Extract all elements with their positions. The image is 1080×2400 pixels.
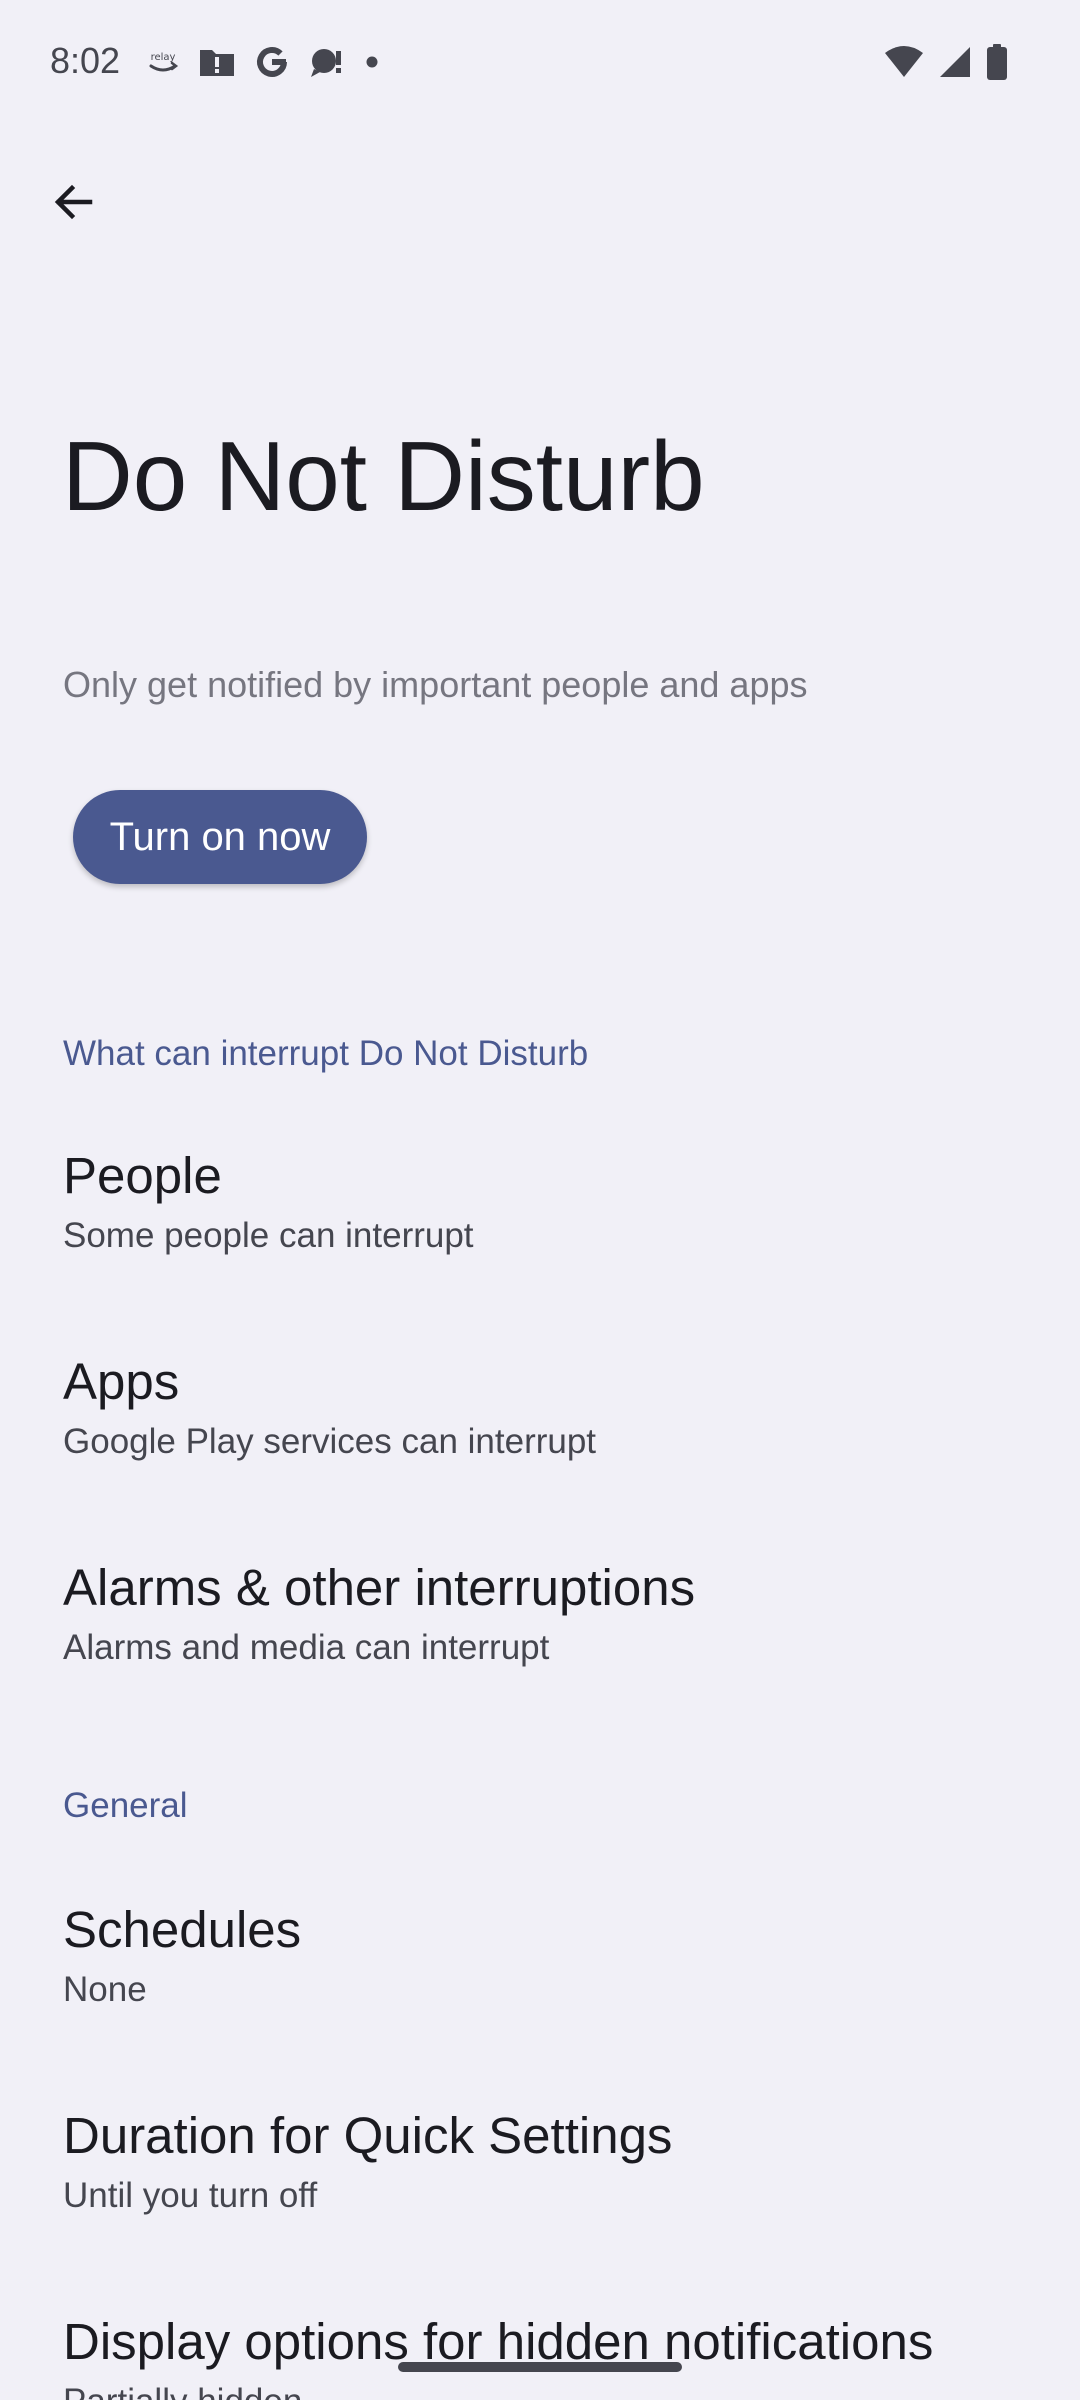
pref-item-schedules[interactable]: Schedules None — [0, 1900, 1080, 2100]
status-time: 8:02 — [50, 40, 121, 81]
google-icon — [254, 44, 290, 85]
status-icons-right — [884, 44, 1008, 85]
page-title: Do Not Disturb — [62, 421, 705, 531]
status-icons-left: relay — [146, 44, 380, 85]
back-button[interactable] — [34, 164, 114, 244]
pref-summary: None — [63, 1970, 147, 2009]
pref-title: Apps — [63, 1353, 180, 1410]
section-header-general: General — [63, 1786, 188, 1825]
page-description: Only get notified by important people an… — [63, 664, 808, 705]
pref-title: Schedules — [63, 1901, 302, 1958]
pref-summary: Until you turn off — [63, 2176, 318, 2215]
status-bar: 8:02 relay — [0, 0, 1080, 128]
pref-summary: Google Play services can interrupt — [63, 1422, 597, 1461]
pref-summary: Alarms and media can interrupt — [63, 1628, 550, 1667]
chat-icon — [308, 45, 346, 84]
pref-summary: Some people can interrupt — [63, 1216, 474, 1255]
pref-item-display-hidden-notifications[interactable]: Display options for hidden notifications… — [0, 2312, 1080, 2400]
gesture-nav-handle[interactable] — [398, 2362, 682, 2372]
pref-item-duration-quick-settings[interactable]: Duration for Quick Settings Until you tu… — [0, 2106, 1080, 2306]
pref-title: Alarms & other interruptions — [63, 1559, 696, 1616]
signal-icon — [938, 45, 972, 84]
pref-item-alarms[interactable]: Alarms & other interruptions Alarms and … — [0, 1558, 1080, 1758]
pref-summary: Partially hidden — [63, 2382, 302, 2400]
battery-icon — [986, 44, 1008, 85]
pref-title: Duration for Quick Settings — [63, 2107, 673, 2164]
alert-folder-icon — [198, 46, 236, 83]
arrow-back-icon — [50, 178, 98, 231]
dot-icon — [364, 54, 380, 75]
pref-title: People — [63, 1147, 222, 1204]
pref-item-people[interactable]: People Some people can interrupt — [0, 1146, 1080, 1346]
turn-on-now-button[interactable]: Turn on now — [73, 790, 367, 884]
pref-item-apps[interactable]: Apps Google Play services can interrupt — [0, 1352, 1080, 1552]
wifi-icon — [884, 45, 924, 84]
relay-icon: relay — [146, 47, 180, 82]
section-header-interruptions: What can interrupt Do Not Disturb — [63, 1034, 589, 1073]
svg-text:relay: relay — [151, 52, 176, 63]
